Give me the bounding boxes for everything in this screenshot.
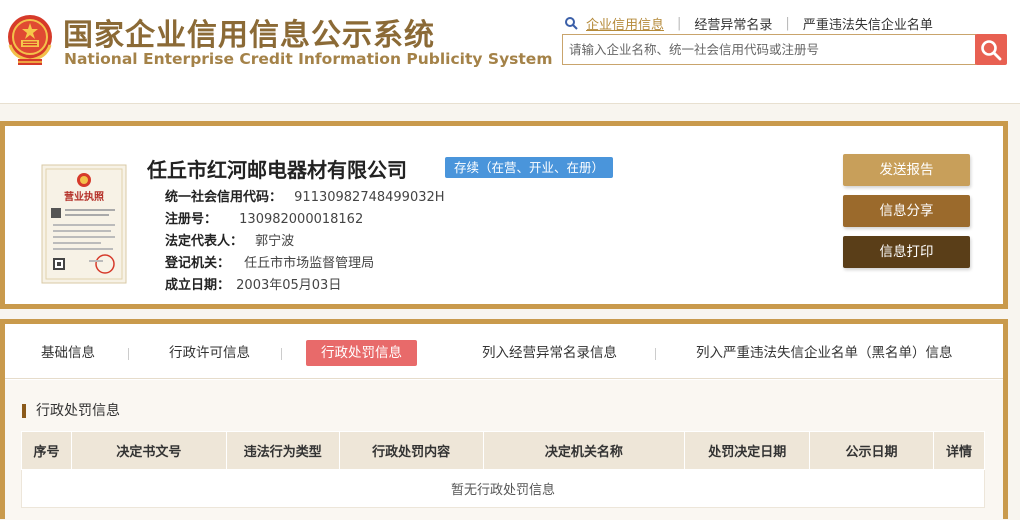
column-header: 序号 — [21, 431, 72, 470]
tab-admin-penalty[interactable]: 行政处罚信息 — [306, 340, 417, 366]
column-header: 详情 — [932, 431, 986, 470]
penalty-section: 行政处罚信息 序号 决定书文号 违法行为类型 行政处罚内容 决定机关名称 处罚决… — [5, 380, 1003, 520]
site-title-cn: 国家企业信用信息公示系统 — [63, 18, 435, 53]
info-value: 郭宁波 — [255, 234, 295, 249]
info-value: 91130982748499032H — [294, 190, 445, 205]
tab-basic-info[interactable]: 基础信息 — [26, 340, 110, 366]
nav-link-abnormal-list[interactable]: 经营异常名录 — [694, 14, 772, 33]
info-tab-panel: 基础信息 行政许可信息 行政处罚信息 列入经营异常名录信息 列入严重违法失信企业… — [0, 319, 1008, 520]
share-info-button[interactable]: 信息分享 — [843, 195, 970, 227]
column-header: 处罚决定日期 — [684, 431, 811, 470]
tab-bar: 基础信息 行政许可信息 行政处罚信息 列入经营异常名录信息 列入严重违法失信企业… — [5, 324, 1003, 379]
table-row: 暂无行政处罚信息 — [21, 469, 985, 508]
company-name: 任丘市红河邮电器材有限公司 — [147, 158, 407, 182]
send-report-button[interactable]: 发送报告 — [843, 154, 970, 186]
info-label: 统一社会信用代码： — [165, 190, 283, 205]
penalty-table: 序号 决定书文号 违法行为类型 行政处罚内容 决定机关名称 处罚决定日期 公示日… — [21, 431, 986, 508]
info-row-legal-rep: 法定代表人： 郭宁波 — [165, 230, 294, 249]
search-input[interactable] — [569, 42, 975, 57]
table-header-row: 序号 决定书文号 违法行为类型 行政处罚内容 决定机关名称 处罚决定日期 公示日… — [21, 431, 986, 470]
column-header: 决定书文号 — [70, 431, 227, 470]
info-label: 法定代表人： — [165, 234, 244, 249]
info-label: 注册号： — [165, 212, 218, 227]
info-value: 2003年05月03日 — [236, 278, 342, 293]
tab-abnormal-operations[interactable]: 列入经营异常名录信息 — [467, 340, 632, 366]
info-label: 成立日期： — [165, 278, 231, 293]
print-info-button[interactable]: 信息打印 — [843, 236, 970, 268]
nav-separator: | — [677, 15, 682, 31]
tab-blacklist[interactable]: 列入严重违法失信企业名单（黑名单）信息 — [681, 340, 968, 366]
site-header: 国家企业信用信息公示系统 National Enterprise Credit … — [0, 0, 1020, 104]
empty-table-message: 暂无行政处罚信息 — [21, 469, 985, 508]
info-value: 任丘市市场监督管理局 — [244, 256, 375, 271]
site-title-en: National Enterprise Credit Information P… — [64, 50, 553, 68]
info-row-established-date: 成立日期： 2003年05月03日 — [165, 274, 341, 293]
tab-admin-license[interactable]: 行政许可信息 — [154, 340, 265, 366]
search-box — [562, 34, 976, 65]
national-emblem-icon — [8, 15, 52, 65]
column-header: 违法行为类型 — [225, 431, 340, 470]
info-label: 登记机关： — [165, 256, 231, 271]
column-header: 公示日期 — [809, 431, 934, 470]
status-badge: 存续（在营、开业、在册） — [445, 157, 614, 178]
section-title: 行政处罚信息 — [22, 404, 120, 418]
nav-link-blacklist[interactable]: 严重违法失信企业名单 — [803, 14, 933, 33]
column-header: 决定机关名称 — [482, 431, 686, 470]
search-button[interactable] — [975, 34, 1007, 65]
tab-separator — [128, 348, 129, 360]
tab-separator — [281, 348, 282, 360]
top-nav-links: 企业信用信息 | 经营异常名录 | 严重违法失信企业名单 — [564, 14, 933, 33]
info-value: 130982000018162 — [239, 212, 364, 227]
info-row-reg-number: 注册号： 130982000018162 — [165, 208, 363, 227]
column-header: 行政处罚内容 — [338, 431, 484, 470]
license-label: 营业执照 — [64, 190, 104, 203]
tab-separator — [655, 348, 656, 360]
nav-link-enterprise-credit[interactable]: 企业信用信息 — [586, 14, 664, 33]
search-icon — [565, 17, 578, 30]
company-card: 营业执照 任丘市红河邮电器材有限公司 存续（在营、开业、在册） 统一社会信用代码… — [0, 121, 1008, 309]
business-license-image[interactable]: 营业执照 — [41, 164, 127, 284]
search-icon — [981, 39, 1002, 60]
info-row-credit-code: 统一社会信用代码： 91130982748499032H — [165, 186, 445, 205]
info-row-registration-authority: 登记机关： 任丘市市场监督管理局 — [165, 252, 374, 271]
nav-separator: | — [785, 15, 790, 31]
